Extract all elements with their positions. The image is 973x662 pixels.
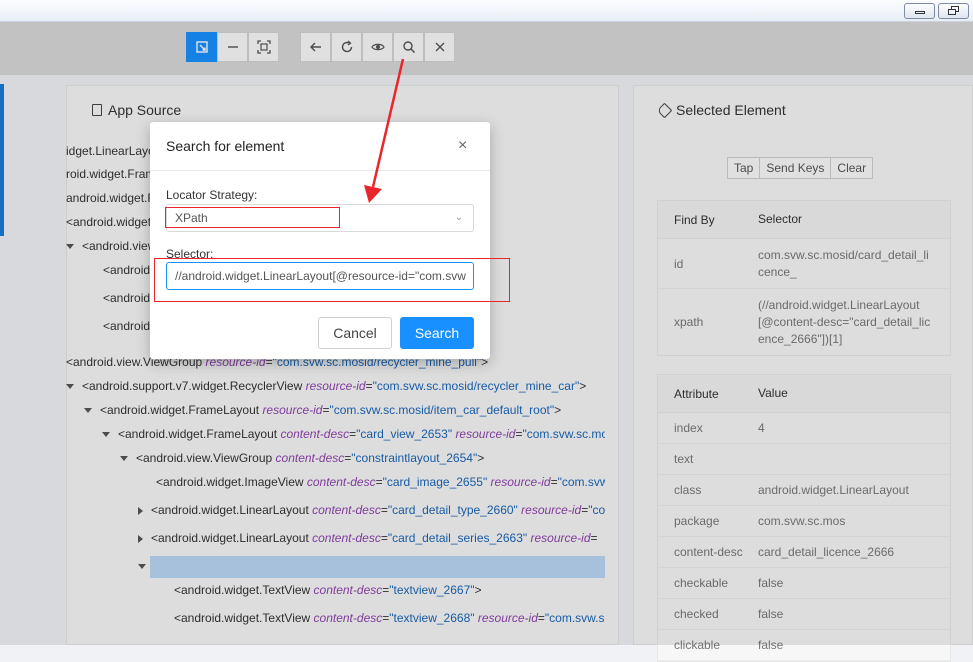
window-titlebar: [0, 0, 973, 22]
search-button[interactable]: Search: [400, 317, 474, 349]
divider: [150, 170, 490, 171]
annotation-box-selector: [154, 258, 510, 302]
restore-icon[interactable]: [938, 3, 969, 19]
minimize-icon[interactable]: [904, 3, 935, 19]
cancel-button[interactable]: Cancel: [318, 317, 392, 349]
close-icon[interactable]: ×: [458, 138, 467, 154]
modal-title: Search for element: [166, 138, 285, 154]
chevron-down-icon: ⌄: [454, 212, 463, 223]
locator-strategy-label: Locator Strategy:: [166, 188, 258, 202]
search-element-modal: Search for element × Locator Strategy: X…: [150, 122, 490, 359]
annotation-box-strategy: [165, 207, 340, 228]
annotation-arrow: [364, 58, 405, 203]
